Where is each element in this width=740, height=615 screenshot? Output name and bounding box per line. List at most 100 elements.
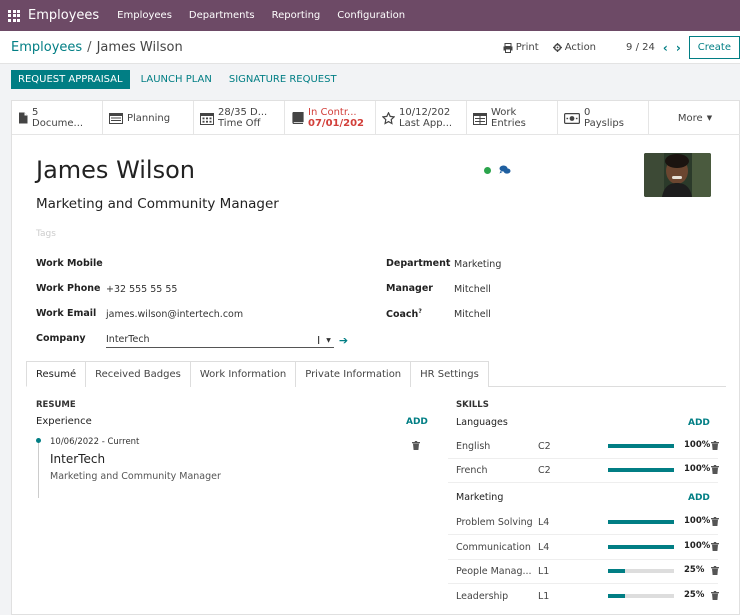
launch-plan-button[interactable]: LAUNCH PLAN bbox=[141, 74, 212, 85]
smart-button-time-off[interactable]: 28/35 D... Time Off bbox=[194, 101, 285, 135]
skill-progress-percent: 25% bbox=[684, 590, 705, 600]
smart-contract-status: In Contr... bbox=[308, 107, 357, 118]
nav-departments[interactable]: Departments bbox=[189, 10, 255, 21]
smart-button-appraisal[interactable]: 10/12/202 Last App... bbox=[376, 101, 467, 135]
skill-row[interactable]: English C2 100% bbox=[448, 435, 719, 459]
work-email-label: Work Email bbox=[36, 308, 97, 319]
breadcrumb-separator: / bbox=[87, 39, 92, 55]
manager-field[interactable]: Mitchell bbox=[454, 284, 491, 295]
nav-reporting[interactable]: Reporting bbox=[272, 10, 321, 21]
skill-level: C2 bbox=[538, 465, 551, 476]
action-label: Action bbox=[564, 42, 597, 53]
smart-work-entries-line2: Entries bbox=[491, 118, 526, 129]
skills-add-languages-button[interactable]: ADD bbox=[688, 418, 710, 428]
nav-configuration[interactable]: Configuration bbox=[337, 10, 405, 21]
book-icon bbox=[292, 112, 304, 124]
smart-button-contract[interactable]: In Contr... 07/01/202 bbox=[285, 101, 376, 135]
trash-icon[interactable] bbox=[711, 517, 719, 526]
coach-field[interactable]: Mitchell bbox=[454, 309, 491, 320]
trash-icon[interactable] bbox=[711, 465, 719, 474]
skill-category-name: Languages bbox=[456, 417, 508, 428]
skill-progress-percent: 100% bbox=[684, 440, 711, 450]
skill-row[interactable]: People Manag... L1 25% bbox=[448, 560, 719, 584]
employee-form-sheet: 5 Docume... Planning 28/35 D... Time Off I… bbox=[11, 100, 740, 615]
smart-button-planning[interactable]: Planning bbox=[103, 101, 194, 135]
presence-status-icon bbox=[484, 167, 491, 174]
skill-name: Leadership bbox=[456, 591, 509, 602]
breadcrumb-parent[interactable]: Employees bbox=[11, 40, 82, 55]
trash-icon[interactable] bbox=[711, 441, 719, 450]
smart-button-payslips[interactable]: 0 Payslips bbox=[558, 101, 649, 135]
trash-icon[interactable] bbox=[412, 441, 420, 450]
control-panel: Employees / James Wilson Print Action 9 … bbox=[0, 31, 740, 64]
skill-row[interactable]: French C2 100% bbox=[448, 459, 719, 483]
pager-value[interactable]: 9 / 24 bbox=[626, 42, 655, 53]
company-field-controls: I ▼ ➔ bbox=[317, 334, 348, 347]
tags-field[interactable]: Tags bbox=[36, 229, 56, 239]
skill-progress-fill bbox=[608, 444, 674, 448]
chat-icon[interactable] bbox=[499, 165, 511, 175]
tab-work-information[interactable]: Work Information bbox=[189, 361, 297, 387]
breadcrumb-current: James Wilson bbox=[96, 39, 183, 55]
skill-level: L1 bbox=[538, 591, 550, 602]
action-button[interactable]: Action bbox=[552, 42, 597, 53]
pager-previous-icon[interactable]: ‹ bbox=[663, 41, 668, 55]
skill-progress-percent: 100% bbox=[684, 464, 711, 474]
skill-name: Problem Solving bbox=[456, 517, 533, 528]
resume-add-button[interactable]: ADD bbox=[406, 417, 428, 427]
employee-name[interactable]: James Wilson bbox=[36, 156, 195, 184]
company-field-underline bbox=[106, 347, 334, 348]
trash-icon[interactable] bbox=[711, 542, 719, 551]
smart-payslips-count: 0 bbox=[584, 107, 591, 118]
app-name[interactable]: Employees bbox=[28, 8, 99, 23]
employee-avatar[interactable] bbox=[644, 153, 711, 197]
smart-button-box: 5 Docume... Planning 28/35 D... Time Off I… bbox=[12, 101, 740, 135]
trash-icon[interactable] bbox=[711, 566, 719, 575]
tab-received-badges[interactable]: Received Badges bbox=[85, 361, 191, 387]
experience-organization[interactable]: InterTech bbox=[50, 452, 105, 466]
trash-icon[interactable] bbox=[711, 591, 719, 600]
app-grid-icon[interactable] bbox=[8, 9, 20, 22]
skill-row[interactable]: Problem Solving L4 100% bbox=[448, 511, 719, 535]
skills-add-marketing-button[interactable]: ADD bbox=[688, 493, 710, 503]
smart-button-more[interactable]: More ▼ bbox=[649, 101, 740, 135]
tab-resume[interactable]: Resumé bbox=[26, 361, 87, 387]
work-email-field[interactable]: james.wilson@intertech.com bbox=[106, 309, 243, 320]
coach-help-icon[interactable]: ? bbox=[418, 308, 421, 315]
create-button[interactable]: Create bbox=[688, 36, 740, 59]
job-title[interactable]: Marketing and Community Manager bbox=[36, 196, 279, 212]
tab-hr-settings[interactable]: HR Settings bbox=[410, 361, 489, 387]
smart-button-work-entries[interactable]: Work Entries bbox=[467, 101, 558, 135]
dropdown-caret-icon[interactable]: ▼ bbox=[326, 337, 331, 344]
skill-progress-fill bbox=[608, 569, 625, 573]
coach-label-text: Coach bbox=[386, 309, 419, 321]
internal-link-arrow-icon[interactable]: ➔ bbox=[339, 334, 348, 347]
skill-row[interactable]: Communication L4 100% bbox=[448, 536, 719, 560]
department-label: Department bbox=[386, 258, 451, 269]
company-field[interactable]: InterTech bbox=[106, 334, 150, 345]
skill-progress-percent: 25% bbox=[684, 565, 705, 575]
smart-work-entries-line1: Work bbox=[491, 107, 517, 118]
skill-progress-bar bbox=[608, 569, 674, 573]
request-appraisal-button[interactable]: REQUEST APPRAISAL bbox=[11, 69, 130, 89]
nav-employees[interactable]: Employees bbox=[117, 10, 172, 21]
smart-appraisal-label: Last App... bbox=[399, 118, 453, 129]
smart-button-documents[interactable]: 5 Docume... bbox=[12, 101, 103, 135]
skill-progress-percent: 100% bbox=[684, 541, 711, 551]
experience-role: Marketing and Community Manager bbox=[50, 471, 221, 482]
pager-next-icon[interactable]: › bbox=[676, 41, 681, 55]
smart-appraisal-date: 10/12/202 bbox=[399, 107, 451, 118]
skill-row[interactable]: Leadership L1 25% bbox=[448, 585, 719, 609]
print-button[interactable]: Print bbox=[503, 42, 539, 53]
work-phone-field[interactable]: +32 555 55 55 bbox=[106, 284, 177, 295]
more-label: More bbox=[677, 112, 703, 124]
skill-level: L4 bbox=[538, 542, 550, 553]
skill-progress-fill bbox=[608, 520, 674, 524]
manager-label: Manager bbox=[386, 283, 433, 294]
department-field[interactable]: Marketing bbox=[454, 259, 501, 270]
tab-private-information[interactable]: Private Information bbox=[295, 361, 412, 387]
status-bar-buttons: REQUEST APPRAISAL LAUNCH PLAN SIGNATURE … bbox=[0, 64, 740, 94]
smart-time-off-value: 28/35 D... bbox=[218, 107, 268, 118]
signature-request-button[interactable]: SIGNATURE REQUEST bbox=[229, 74, 337, 85]
document-icon bbox=[19, 112, 28, 124]
